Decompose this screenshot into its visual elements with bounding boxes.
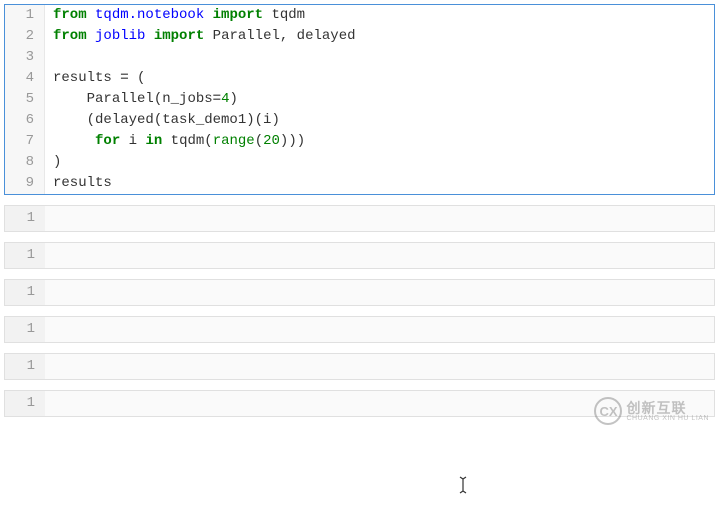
code-content[interactable] — [45, 47, 714, 68]
text-cursor-icon — [458, 476, 468, 499]
code-line-7[interactable]: 7 for i in tqdm(range(20))) — [5, 131, 714, 152]
output-number: 1 — [5, 317, 45, 342]
line-number: 3 — [5, 47, 45, 68]
line-number: 8 — [5, 152, 45, 173]
output-number: 1 — [5, 243, 45, 268]
output-content — [45, 317, 714, 342]
code-content[interactable]: from joblib import Parallel, delayed — [45, 26, 714, 47]
output-number: 1 — [5, 391, 45, 416]
line-number: 2 — [5, 26, 45, 47]
code-content[interactable]: for i in tqdm(range(20))) — [45, 131, 714, 152]
code-content[interactable]: Parallel(n_jobs=4) — [45, 89, 714, 110]
code-content[interactable]: results = ( — [45, 68, 714, 89]
watermark-logo-icon: CX — [594, 397, 622, 425]
output-cell: 1 — [4, 279, 715, 306]
watermark-text: 创新互联 CHUANG XIN HU LIAN — [626, 401, 709, 422]
output-cell: 1 — [4, 205, 715, 232]
code-content[interactable]: (delayed(task_demo1)(i) — [45, 110, 714, 131]
code-line-4[interactable]: 4 results = ( — [5, 68, 714, 89]
output-number: 1 — [5, 354, 45, 379]
code-line-9[interactable]: 9 results — [5, 173, 714, 194]
code-content[interactable]: ) — [45, 152, 714, 173]
output-content — [45, 243, 714, 268]
output-content — [45, 206, 714, 231]
line-number: 5 — [5, 89, 45, 110]
watermark: CX 创新互联 CHUANG XIN HU LIAN — [594, 397, 709, 425]
line-number: 6 — [5, 110, 45, 131]
output-content — [45, 280, 714, 305]
code-content[interactable]: results — [45, 173, 714, 194]
line-number: 9 — [5, 173, 45, 194]
output-number: 1 — [5, 206, 45, 231]
line-number: 4 — [5, 68, 45, 89]
code-line-2[interactable]: 2 from joblib import Parallel, delayed — [5, 26, 714, 47]
code-line-5[interactable]: 5 Parallel(n_jobs=4) — [5, 89, 714, 110]
code-line-1[interactable]: 1 from tqdm.notebook import tqdm — [5, 5, 714, 26]
code-line-3[interactable]: 3 — [5, 47, 714, 68]
output-cell: 1 — [4, 353, 715, 380]
line-number: 1 — [5, 5, 45, 26]
code-content[interactable]: from tqdm.notebook import tqdm — [45, 5, 714, 26]
output-content — [45, 354, 714, 379]
code-line-6[interactable]: 6 (delayed(task_demo1)(i) — [5, 110, 714, 131]
line-number: 7 — [5, 131, 45, 152]
code-cell[interactable]: 1 from tqdm.notebook import tqdm 2 from … — [4, 4, 715, 195]
output-number: 1 — [5, 280, 45, 305]
output-cell: 1 — [4, 242, 715, 269]
code-line-8[interactable]: 8 ) — [5, 152, 714, 173]
output-cell: 1 — [4, 316, 715, 343]
